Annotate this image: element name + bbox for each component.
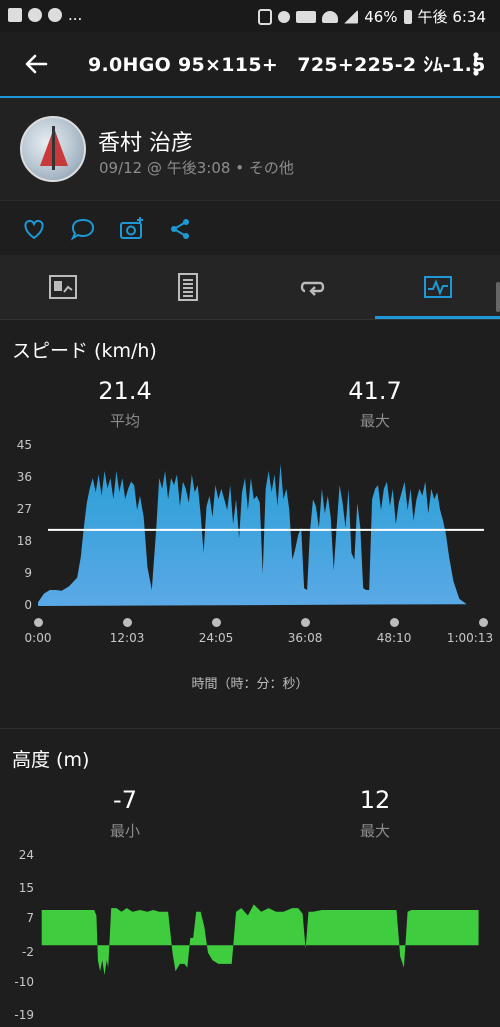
speed-y-tick-label: 45: [16, 438, 32, 452]
speed-x-axis-title: 時間（時：分：秒）: [191, 677, 309, 692]
speed-x-tick-label: 1:00:13: [446, 631, 494, 645]
speed-x-tick-label: 36:08: [287, 631, 323, 645]
volte-icon: [296, 10, 317, 23]
avatar[interactable]: [20, 116, 86, 182]
elevation-chart[interactable]: [38, 850, 488, 1027]
back-arrow-icon[interactable]: [22, 50, 50, 78]
battery-icon: [403, 9, 412, 24]
share-icon[interactable]: [166, 215, 194, 243]
action-bar: [0, 200, 500, 256]
speed-y-tick-label: 18: [16, 534, 32, 548]
tab-bar: [0, 255, 500, 320]
elevation-min-label: 最小: [109, 822, 140, 840]
laps-icon: [300, 281, 325, 296]
app-bar: 9.0HGO 95×115+ 725+225-2 ｼﾑ-1.5: [0, 32, 500, 98]
elevation-y-tick-label: 24: [18, 848, 34, 862]
elevation-series-area: [41, 904, 479, 976]
speed-x-tick-label: 48:10: [376, 631, 412, 645]
speed-chart-title: スピード (km/h): [12, 340, 157, 362]
profile-header: 香村 治彦 09/12 @ 午後3:08 • その他: [0, 98, 500, 200]
speed-chart[interactable]: [38, 440, 488, 610]
elevation-y-tick-label: 15: [18, 881, 34, 896]
speed-x-tick-label: 24:05: [198, 631, 234, 645]
elevation-y-tick-label: 7: [26, 911, 34, 926]
tab-details[interactable]: [125, 255, 250, 319]
status-left: ...: [8, 6, 82, 24]
scroll-indicator[interactable]: [496, 282, 500, 312]
speed-series-area: [38, 463, 467, 606]
elevation-y-tick-label: -19: [14, 1008, 34, 1022]
user-name[interactable]: 香村 治彦: [98, 125, 193, 157]
camera-add-icon[interactable]: [118, 215, 146, 243]
tab-charts[interactable]: [375, 255, 500, 319]
bluetooth-icon: [258, 8, 273, 25]
tab-laps[interactable]: [250, 255, 375, 319]
more-notifications-ellipsis: ...: [68, 6, 83, 24]
charts-icon: [424, 276, 452, 298]
speed-x-tick-dot: [122, 618, 132, 627]
summary-icon: [49, 275, 77, 299]
elevation-max-value: 12: [359, 786, 391, 814]
avatar-mast-shape: [52, 126, 55, 170]
elevation-y-tick-label: -2: [22, 944, 34, 959]
overflow-menu-icon[interactable]: [470, 50, 482, 78]
elevation-chart-title: 高度 (m): [12, 749, 90, 771]
status-bar: ... 46% 午後 6:34: [0, 0, 500, 32]
speed-y-tick-label: 27: [16, 502, 32, 516]
comment-icon[interactable]: [69, 215, 97, 243]
ball-notification-icon: [28, 8, 42, 22]
status-right: 46% 午後 6:34: [258, 6, 486, 27]
signal-icon: [344, 9, 359, 24]
tab-summary[interactable]: [0, 255, 125, 319]
clock: 午後 6:34: [417, 8, 486, 26]
elevation-min-value: -7: [113, 786, 137, 814]
elevation-max-label: 最大: [359, 822, 390, 840]
speed-x-tick-label: 12:03: [109, 631, 145, 645]
speed-x-tick-dot: [33, 618, 43, 627]
speed-avg-value: 21.4: [98, 377, 152, 405]
speed-x-tick-dot: [300, 618, 310, 627]
speed-y-tick-label: 36: [16, 470, 32, 484]
gallery-notification-icon: [8, 8, 22, 22]
elevation-y-tick-label: -10: [14, 974, 34, 989]
details-icon: [178, 273, 198, 301]
speed-x-tick-dot: [478, 618, 488, 627]
speed-x-tick-dot: [389, 618, 399, 627]
heart-icon[interactable]: [20, 215, 48, 243]
speed-y-tick-label: 9: [24, 566, 32, 580]
speed-x-tick-label: 0:00: [24, 631, 52, 645]
alarm-icon: [278, 10, 291, 23]
activity-date: 09/12 @ 午後3:08 • その他: [99, 159, 294, 177]
ball-notification-icon: [48, 8, 62, 22]
activity-title: 9.0HGO 95×115+ 725+225-2 ｼﾑ-1.5: [88, 54, 486, 76]
speed-avg-label: 平均: [109, 412, 140, 430]
wifi-icon: [322, 10, 339, 23]
speed-max-label: 最大: [359, 412, 390, 430]
section-divider: [0, 728, 500, 729]
speed-max-value: 41.7: [348, 377, 402, 405]
speed-y-tick-label: 0: [24, 598, 32, 612]
battery-percent: 46%: [364, 7, 398, 26]
speed-x-tick-dot: [211, 618, 221, 627]
